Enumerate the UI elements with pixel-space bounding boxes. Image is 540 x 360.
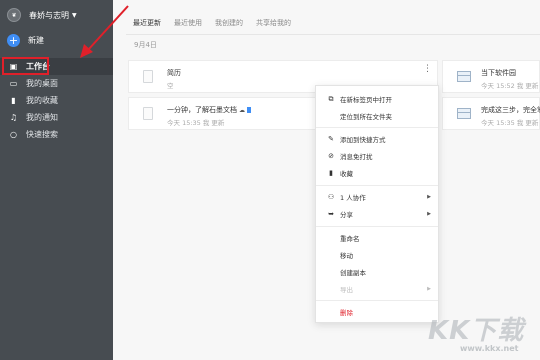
sidebar-item-label: 快速搜索: [26, 130, 58, 139]
spreadsheet-icon: [457, 71, 471, 82]
tab-created-by-me[interactable]: 我创建的: [215, 18, 243, 28]
menu-item-locate-folder[interactable]: 定位到所在文件夹: [316, 109, 440, 123]
pin-icon: ✎: [328, 135, 334, 143]
mute-icon: ⊘: [328, 152, 334, 160]
plus-icon: +: [7, 34, 20, 47]
context-menu: ⧉ 在新标签页中打开 定位到所在文件夹 ✎ 添加到快捷方式 ⊘ 消息免打扰 ▮ …: [315, 85, 439, 323]
menu-item-rename[interactable]: 重命名: [316, 231, 440, 245]
chevron-down-icon: ▼: [72, 11, 77, 19]
file-subtitle: 今天 15:52 我 更新: [481, 82, 539, 90]
menu-item-duplicate[interactable]: 创建副本: [316, 265, 440, 279]
more-options-icon[interactable]: ⋮: [423, 64, 432, 74]
share-icon: ➥: [328, 210, 334, 218]
tab-divider: [126, 34, 540, 35]
menu-item-add-shortcut[interactable]: ✎ 添加到快捷方式: [316, 132, 440, 146]
avatar[interactable]: ❦: [7, 8, 21, 22]
sidebar-item-label: 我的通知: [26, 113, 58, 122]
menu-item-favorite[interactable]: ▮ 收藏: [316, 166, 440, 180]
bookmark-icon: ▮: [11, 96, 16, 105]
watermark-url: www.kkx.net: [460, 344, 519, 353]
bookmark-icon: [247, 107, 251, 113]
user-menu[interactable]: ❦ 春娇与志明 ▼: [7, 8, 77, 22]
external-link-icon: ⧉: [328, 94, 334, 103]
sidebar-item-desktop[interactable]: ▭ 我的桌面: [0, 75, 113, 92]
tab-bar: 最近更新 最近使用 我创建的 共享给我的: [133, 18, 304, 28]
menu-divider: [316, 185, 438, 186]
bookmark-icon: ▮: [329, 169, 333, 177]
sidebar-item-search[interactable]: ○ 快速搜索: [0, 126, 113, 143]
watermark-logo: KK下载: [428, 316, 525, 346]
file-card[interactable]: 一分钟，了解石墨文档 ☁ 今天 15:35 我 更新: [128, 97, 333, 130]
file-title-row: 一分钟，了解石墨文档 ☁: [167, 105, 251, 115]
sidebar: ❦ 春娇与志明 ▼ + 新建 ▣ 工作台 ▭ 我的桌面 ▮ 我的收藏 ♫ 我的通…: [0, 0, 113, 360]
menu-item-label: 定位到所在文件夹: [340, 113, 392, 121]
menu-item-collaborators[interactable]: ⚇ 1 人协作 ▶: [316, 190, 440, 204]
menu-item-label: 添加到快捷方式: [340, 136, 386, 144]
menu-item-move[interactable]: 移动: [316, 248, 440, 262]
file-card[interactable]: 完成这三步，完全掌 今天 15:35 我 更新: [442, 97, 540, 130]
menu-divider: [316, 226, 438, 227]
file-subtitle: 今天 15:35 我 更新: [481, 119, 539, 127]
menu-item-label: 创建副本: [340, 269, 366, 277]
watermark: KK下载 www.kkx.net: [418, 300, 540, 360]
new-button[interactable]: + 新建: [7, 34, 44, 47]
menu-item-label: 收藏: [340, 170, 353, 178]
file-subtitle: 今天 15:35 我 更新: [167, 119, 225, 127]
sidebar-item-label: 我的桌面: [26, 79, 58, 88]
menu-item-label: 在新标签页中打开: [340, 96, 392, 104]
chevron-right-icon: ▶: [427, 194, 431, 200]
spreadsheet-icon: [457, 108, 471, 119]
search-icon: ○: [10, 130, 17, 139]
file-title: 简历: [167, 69, 181, 77]
file-title: 当下软件园: [481, 69, 516, 77]
sidebar-item-favorites[interactable]: ▮ 我的收藏: [0, 92, 113, 109]
desktop-icon: ▭: [9, 79, 18, 88]
menu-item-share[interactable]: ➥ 分享 ▶: [316, 207, 440, 221]
menu-item-mute[interactable]: ⊘ 消息免打扰: [316, 149, 440, 163]
user-name: 春娇与志明: [29, 10, 69, 20]
annotation-highlight-box: [2, 57, 49, 75]
menu-item-label: 分享: [340, 211, 353, 219]
menu-item-label: 1 人协作: [340, 194, 366, 202]
menu-item-label: 重命名: [340, 235, 360, 243]
document-icon: [143, 70, 153, 83]
menu-item-label: 删除: [340, 309, 353, 317]
file-card[interactable]: 当下软件园 今天 15:52 我 更新: [442, 60, 540, 93]
sidebar-item-label: 我的收藏: [26, 96, 58, 105]
date-group-label: 9月4日: [134, 41, 157, 49]
cloud-icon: ☁: [239, 107, 245, 114]
document-icon: [143, 107, 153, 120]
sidebar-item-notifications[interactable]: ♫ 我的通知: [0, 109, 113, 126]
tab-recent-updated[interactable]: 最近更新: [133, 18, 161, 28]
file-title: 完成这三步，完全掌: [481, 106, 540, 114]
chevron-right-icon: ▶: [427, 286, 431, 292]
menu-divider: [316, 127, 438, 128]
menu-item-export: 导出 ▶: [316, 282, 440, 296]
menu-item-label: 移动: [340, 252, 353, 260]
bell-icon: ♫: [9, 113, 18, 122]
chevron-right-icon: ▶: [427, 211, 431, 217]
menu-item-label: 消息免打扰: [340, 153, 373, 161]
new-label: 新建: [28, 36, 44, 45]
menu-item-label: 导出: [340, 286, 353, 294]
tab-shared-with-me[interactable]: 共享给我的: [256, 18, 291, 28]
file-title: 一分钟，了解石墨文档: [167, 106, 237, 114]
file-subtitle: 空: [167, 82, 174, 90]
tab-recent-used[interactable]: 最近使用: [174, 18, 202, 28]
people-icon: ⚇: [327, 193, 335, 201]
menu-item-open-new-tab[interactable]: ⧉ 在新标签页中打开: [316, 92, 440, 106]
